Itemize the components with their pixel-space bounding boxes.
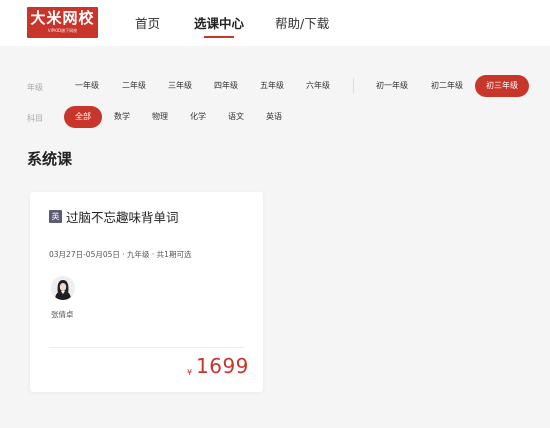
subject-chip-chemistry[interactable]: 化学 [179,106,217,128]
top-header: 大米网校 VIPKID旗下网校 首页 选课中心 帮助/下载 [0,0,550,46]
nav-home[interactable]: 首页 [135,13,160,32]
grade-chip-5[interactable]: 五年级 [249,75,295,97]
section-title: 系统课 [27,150,73,168]
grade-chip-3[interactable]: 三年级 [157,75,203,97]
grade-chip-9-selected[interactable]: 初三年级 [475,75,529,97]
subject-chip-physics[interactable]: 物理 [141,106,179,128]
grade-chip-7[interactable]: 初一年级 [365,75,419,97]
teacher-avatar-icon [51,276,75,300]
course-title[interactable]: 过脑不忘趣味背单词 [66,207,179,226]
course-meta: 03月27日-05月05日 · 九年级 · 共1期可选 [49,250,192,259]
active-nav-underline [204,36,235,38]
brand-logo[interactable]: 大米网校 VIPKID旗下网校 [27,7,98,38]
subject-badge: 英 [49,210,62,223]
grade-chip-1[interactable]: 一年级 [64,75,110,97]
subject-chip-all-selected[interactable]: 全部 [64,106,102,128]
logo-subtitle: VIPKID旗下网校 [47,28,78,33]
card-divider [49,347,244,348]
grade-divider [353,78,354,93]
course-price: 1699 [196,354,249,378]
price-currency-symbol: ¥ [187,368,193,377]
nav-course-center[interactable]: 选课中心 [194,13,245,38]
grade-chip-4[interactable]: 四年级 [203,75,249,97]
teacher-avatar [51,276,75,300]
course-card[interactable]: 英 过脑不忘趣味背单词 03月27日-05月05日 · 九年级 · 共1期可选 … [30,192,263,392]
grade-chip-8[interactable]: 初二年级 [420,75,474,97]
subject-chip-english[interactable]: 英语 [255,106,293,128]
subject-chip-chinese[interactable]: 语文 [217,106,255,128]
subject-filter-label: 科目 [27,114,43,123]
logo-title: 大米网校 [30,9,95,27]
grade-chip-6[interactable]: 六年级 [295,75,341,97]
grade-chip-2[interactable]: 二年级 [111,75,157,97]
grade-filter-label: 年级 [27,83,43,92]
nav-help-download[interactable]: 帮助/下载 [275,13,329,32]
nav-course-center-label: 选课中心 [194,16,245,31]
teacher-name: 张倩卓 [51,310,74,319]
subject-chip-math[interactable]: 数学 [103,106,141,128]
